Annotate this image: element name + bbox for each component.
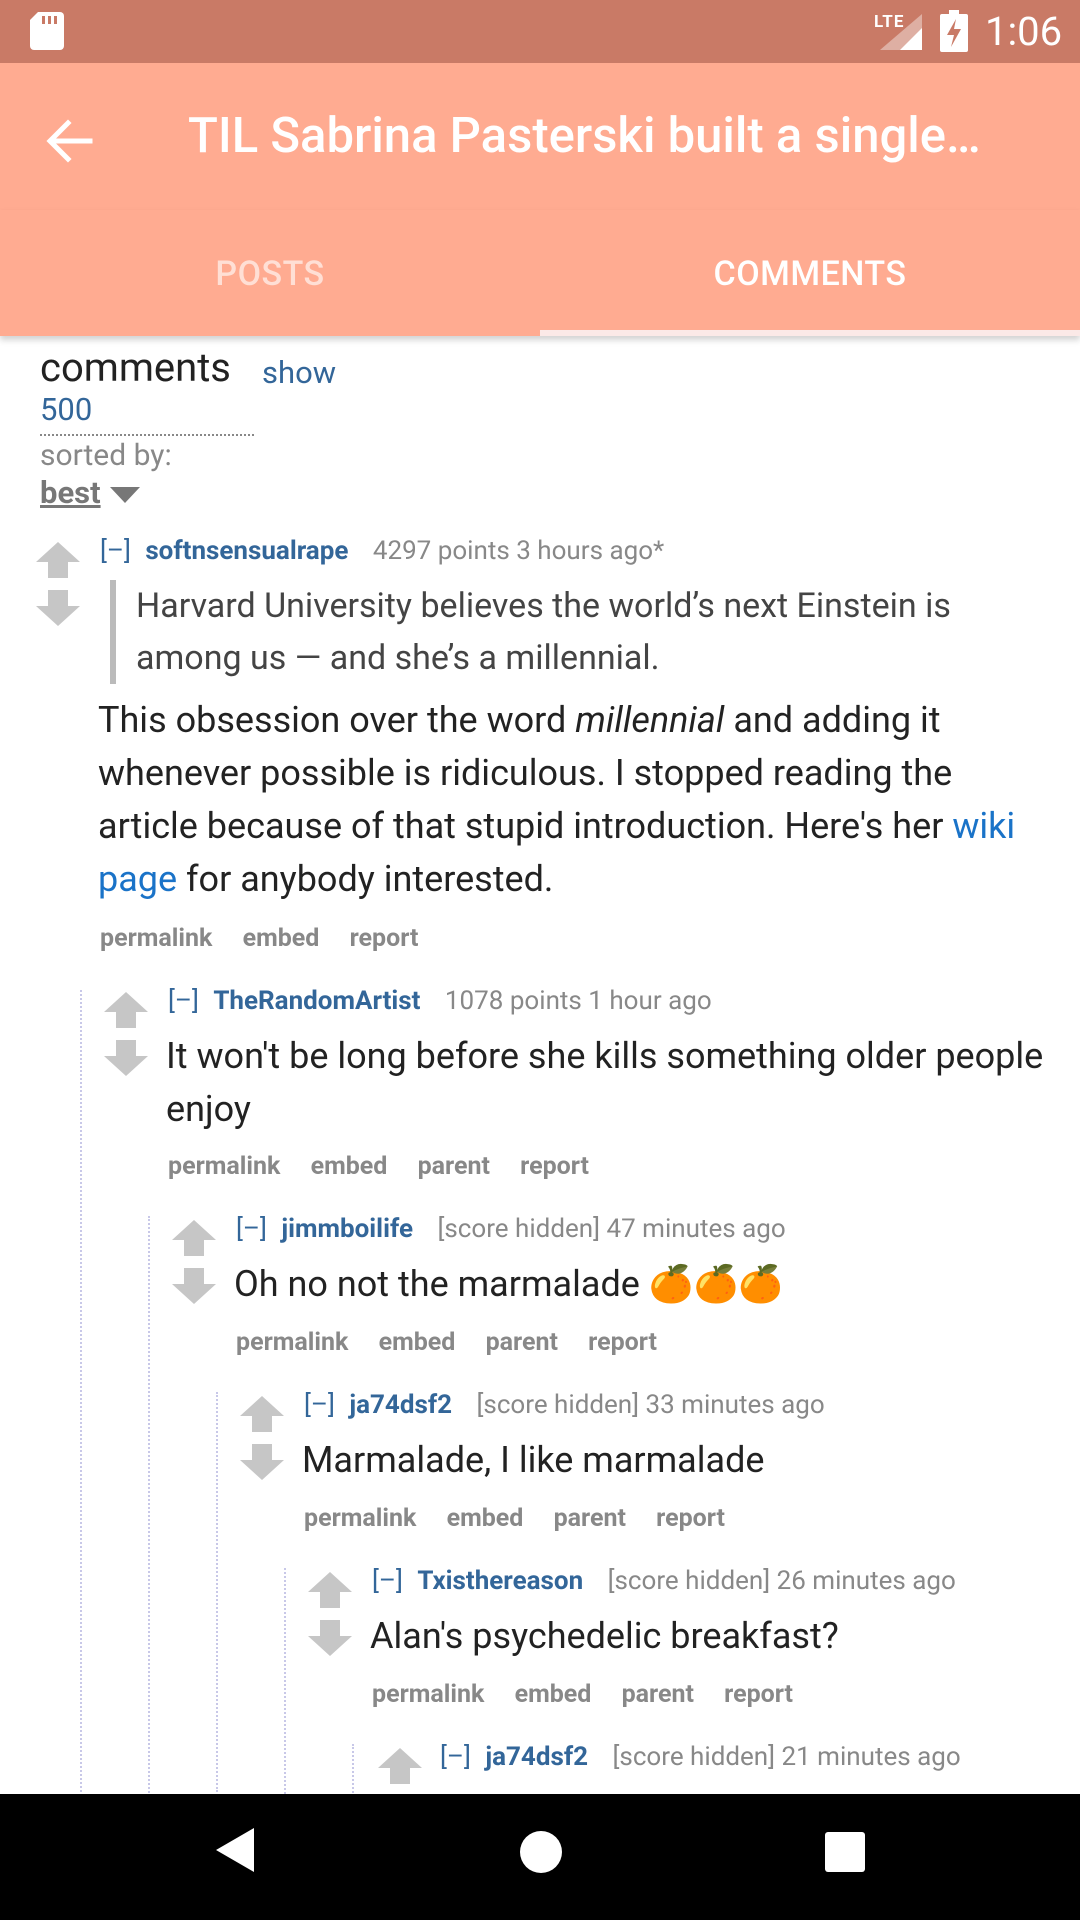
tab-posts[interactable]: POSTS xyxy=(0,210,540,336)
embed-button[interactable]: embed xyxy=(311,1152,388,1181)
parent-button[interactable]: parent xyxy=(622,1680,694,1709)
thread-line xyxy=(216,1392,218,1792)
comment-score: 1078 points 1 hour ago xyxy=(444,986,712,1016)
comment-meta: [–] jimmboilife [score hidden] 47 minute… xyxy=(236,1214,786,1244)
vote-arrows-icon[interactable] xyxy=(36,542,80,626)
system-nav-bar xyxy=(0,1794,1080,1920)
embed-button[interactable]: embed xyxy=(243,924,320,953)
comment-author[interactable]: softnsensualrape xyxy=(145,536,348,566)
comment-quote: Harvard University believes the world’s … xyxy=(110,580,1056,684)
comments-content[interactable]: comments show 500 sorted by: best [–] so… xyxy=(0,336,1080,1794)
report-button[interactable]: report xyxy=(656,1504,725,1533)
back-arrow-icon[interactable] xyxy=(40,111,100,171)
comment-score: [score hidden] 21 minutes ago xyxy=(612,1742,961,1772)
comment-actions: permalink embed parent report xyxy=(168,1152,613,1181)
comment-body: It won't be long before she kills someth… xyxy=(166,1035,1044,1130)
permalink-button[interactable]: permalink xyxy=(168,1152,280,1181)
post-title: TIL Sabrina Pasterski built a single… xyxy=(188,107,981,164)
report-button[interactable]: report xyxy=(520,1152,589,1181)
comment-score: [score hidden] 26 minutes ago xyxy=(607,1566,956,1596)
show-link[interactable]: show xyxy=(262,354,336,391)
report-button[interactable]: report xyxy=(350,924,419,953)
collapse-toggle[interactable]: [–] xyxy=(372,1566,403,1596)
comment-body: Oh no not the marmalade 🍊🍊🍊 xyxy=(234,1263,784,1305)
collapse-toggle[interactable]: [–] xyxy=(100,536,131,566)
battery-charging-icon xyxy=(940,10,968,52)
comment-score: 4297 points 3 hours ago* xyxy=(372,536,665,566)
comment-body: Marmalade, I like marmalade xyxy=(302,1439,765,1481)
comment-actions: permalink embed report xyxy=(100,924,442,953)
comment-meta: [–] ja74dsf2 [score hidden] 21 minutes a… xyxy=(440,1742,961,1772)
comment-actions: permalink embed parent report xyxy=(304,1504,749,1533)
parent-button[interactable]: parent xyxy=(418,1152,490,1181)
parent-button[interactable]: parent xyxy=(554,1504,626,1533)
thread-line xyxy=(148,1216,150,1794)
tab-bar: POSTS COMMENTS xyxy=(0,210,1080,336)
vote-arrows-icon[interactable] xyxy=(104,992,148,1076)
thread-line xyxy=(80,990,82,1794)
comment-body: Alan's psychedelic breakfast? xyxy=(370,1615,839,1657)
permalink-button[interactable]: permalink xyxy=(236,1328,348,1357)
comment-author[interactable]: ja74dsf2 xyxy=(349,1390,452,1420)
report-button[interactable]: report xyxy=(724,1680,793,1709)
permalink-button[interactable]: permalink xyxy=(304,1504,416,1533)
embed-button[interactable]: embed xyxy=(379,1328,456,1357)
comments-heading: comments xyxy=(40,344,231,391)
permalink-button[interactable]: permalink xyxy=(100,924,212,953)
thread-line xyxy=(352,1744,354,1794)
collapse-toggle[interactable]: [–] xyxy=(440,1742,471,1772)
divider xyxy=(40,434,254,436)
comment-meta: [–] TheRandomArtist 1078 points 1 hour a… xyxy=(168,986,712,1016)
tab-indicator xyxy=(540,330,1080,336)
nav-back-icon[interactable] xyxy=(216,1828,254,1872)
app-toolbar: TIL Sabrina Pasterski built a single… xyxy=(0,63,1080,210)
comment-actions: permalink embed parent report xyxy=(372,1680,817,1709)
nav-recents-icon[interactable] xyxy=(825,1832,865,1872)
report-button[interactable]: report xyxy=(588,1328,657,1357)
tab-comments[interactable]: COMMENTS xyxy=(540,210,1080,336)
comment-meta: [–] softnsensualrape 4297 points 3 hours… xyxy=(100,536,664,566)
embed-button[interactable]: embed xyxy=(447,1504,524,1533)
body-emphasis: millennial xyxy=(575,699,725,741)
comment-author[interactable]: TheRandomArtist xyxy=(213,986,420,1016)
comment-score: [score hidden] 47 minutes ago xyxy=(437,1214,786,1244)
comment-author[interactable]: ja74dsf2 xyxy=(485,1742,588,1772)
comment-author[interactable]: Txisthereason xyxy=(417,1566,583,1596)
thread-line xyxy=(284,1568,286,1794)
sort-selector[interactable]: best xyxy=(40,474,101,511)
permalink-button[interactable]: permalink xyxy=(372,1680,484,1709)
body-text: This obsession over the word xyxy=(98,699,576,741)
vote-arrows-icon[interactable] xyxy=(172,1220,216,1304)
embed-button[interactable]: embed xyxy=(515,1680,592,1709)
collapse-toggle[interactable]: [–] xyxy=(304,1390,335,1420)
comment-meta: [–] ja74dsf2 [score hidden] 33 minutes a… xyxy=(304,1390,825,1420)
sd-card-icon xyxy=(30,12,64,50)
collapse-toggle[interactable]: [–] xyxy=(236,1214,267,1244)
sorted-by-label: sorted by: xyxy=(40,438,172,473)
body-text: for anybody interested. xyxy=(177,858,554,900)
parent-button[interactable]: parent xyxy=(486,1328,558,1357)
comment-actions: permalink embed parent report xyxy=(236,1328,681,1357)
comment-meta: [–] Txisthereason [score hidden] 26 minu… xyxy=(372,1566,956,1596)
nav-home-icon[interactable] xyxy=(520,1831,562,1873)
comment-count-option[interactable]: 500 xyxy=(40,391,92,428)
upvote-arrow-icon[interactable] xyxy=(378,1748,422,1794)
comment-author[interactable]: jimmboilife xyxy=(281,1214,413,1244)
vote-arrows-icon[interactable] xyxy=(308,1572,352,1656)
status-bar: LTE 1:06 xyxy=(0,0,1080,63)
chevron-down-icon[interactable] xyxy=(110,487,140,503)
clock: 1:06 xyxy=(985,8,1063,55)
signal-icon xyxy=(880,14,922,50)
vote-arrows-icon[interactable] xyxy=(240,1396,284,1480)
comment-body: This obsession over the word millennial … xyxy=(98,694,1048,906)
comment-score: [score hidden] 33 minutes ago xyxy=(476,1390,825,1420)
collapse-toggle[interactable]: [–] xyxy=(168,986,199,1016)
